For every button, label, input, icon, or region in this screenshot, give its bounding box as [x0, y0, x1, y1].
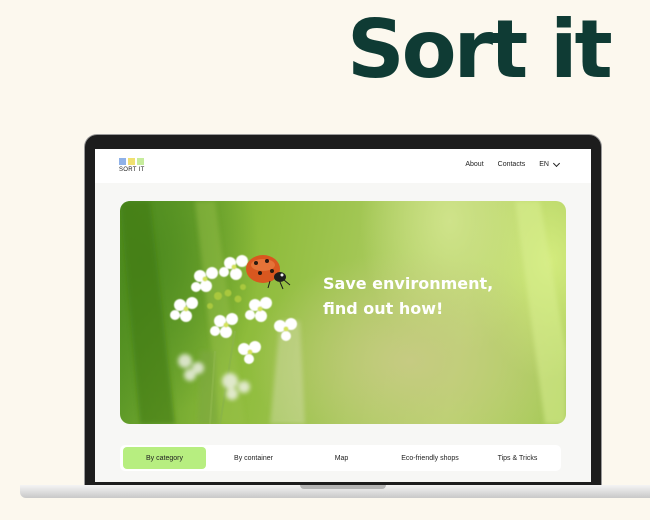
nav-contacts-link[interactable]: Contacts — [498, 161, 526, 168]
tab-by-container[interactable]: By container — [206, 447, 301, 469]
page-heading: Sort it — [347, 3, 613, 96]
site-logo[interactable]: SORT IT — [119, 158, 145, 173]
language-label: EN — [539, 161, 549, 168]
tab-by-category[interactable]: By category — [123, 447, 206, 469]
tab-eco-friendly-shops[interactable]: Eco-friendly shops — [382, 447, 478, 469]
hero-headline: Save environment, find out how! — [323, 271, 493, 321]
laptop-screen: SORT IT About Contacts EN Save environme… — [95, 149, 591, 482]
logo-text: SORT IT — [119, 167, 145, 173]
hero-banner: Save environment, find out how! — [120, 201, 566, 424]
ladybug-icon — [246, 255, 291, 290]
language-selector[interactable]: EN — [539, 159, 561, 168]
sort-tabs: By category By container Map Eco-friendl… — [120, 445, 561, 471]
logo-squares-icon — [119, 158, 145, 165]
chevron-down-icon — [552, 159, 561, 167]
tab-tips-tricks[interactable]: Tips & Tricks — [478, 447, 557, 469]
site-header: SORT IT About Contacts EN — [95, 149, 591, 183]
laptop-notch — [300, 485, 386, 489]
nav-about-link[interactable]: About — [465, 161, 483, 168]
stage: Sort it SORT IT About Contacts EN Save e… — [0, 0, 650, 520]
nav-links: About Contacts EN — [465, 159, 561, 168]
tab-map[interactable]: Map — [301, 447, 382, 469]
hero-line-1: Save environment, — [323, 274, 494, 293]
hero-line-2: find out how! — [323, 299, 444, 318]
